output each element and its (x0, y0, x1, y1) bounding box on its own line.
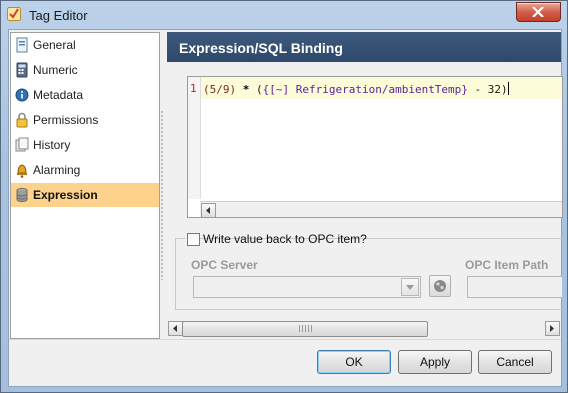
expression-binding-panel: Expression/SQL Binding 1 (5/9) * ({[~] R… (167, 32, 563, 337)
nav-item-expression[interactable]: Expression (11, 183, 159, 207)
opc-server-label: OPC Server (191, 258, 258, 272)
nav-item-alarming[interactable]: Alarming (11, 158, 159, 182)
text-caret (507, 82, 509, 95)
expression-editor[interactable]: 1 (5/9) * ({[~] Refrigeration/ambientTem… (187, 76, 563, 218)
code-token-tag-path: {[~] Refrigeration/ambientTemp} (262, 83, 468, 96)
splitter-handle[interactable] (161, 110, 163, 280)
database-icon (16, 188, 28, 202)
arrow-left-icon (206, 207, 210, 214)
line-number-gutter: 1 (188, 77, 201, 199)
code-token-operator: * (236, 83, 256, 96)
opc-server-dropdown-button[interactable] (401, 278, 419, 296)
expression-code[interactable]: (5/9) * ({[~] Refrigeration/ambientTemp}… (203, 82, 509, 96)
opc-item-path-label: OPC Item Path (465, 258, 549, 272)
nav-label-alarming: Alarming (33, 163, 81, 177)
scrollbar-thumb[interactable] (182, 321, 428, 337)
scrollbar-grip (299, 325, 313, 332)
panel-title: Expression/SQL Binding (179, 40, 343, 56)
nav-item-permissions[interactable]: Permissions (11, 108, 159, 132)
bell-icon (17, 164, 27, 178)
nav-item-general[interactable]: General (11, 33, 159, 57)
nav-label-permissions: Permissions (33, 113, 99, 127)
nav-label-expression: Expression (33, 188, 98, 202)
editor-horizontal-scrollbar[interactable] (200, 201, 562, 218)
calculator-icon (16, 62, 28, 78)
history-icon (15, 137, 29, 152)
opc-item-path-field[interactable] (467, 276, 562, 298)
window-title: Tag Editor (29, 8, 88, 23)
write-back-option[interactable]: Write value back to OPC item? (185, 232, 367, 246)
cancel-button[interactable]: Cancel (478, 350, 552, 374)
opc-server-select[interactable] (193, 276, 421, 298)
info-icon (15, 88, 29, 102)
opc-write-back-group (175, 238, 562, 310)
panel-scroll-left-button[interactable] (168, 321, 183, 336)
nav-label-history: History (33, 138, 71, 152)
title-bar[interactable]: Tag Editor (1, 1, 567, 29)
panel-header: Expression/SQL Binding (167, 32, 561, 62)
browse-opc-button[interactable] (429, 275, 451, 297)
editor-scroll-left-button[interactable] (201, 203, 216, 218)
arrow-left-icon (173, 325, 177, 332)
category-list: General Numeric Metadata Permissions His… (10, 32, 160, 339)
write-back-checkbox[interactable] (187, 233, 200, 246)
line-number: 1 (190, 82, 197, 95)
write-back-label: Write value back to OPC item? (203, 232, 367, 246)
checkmark-app-icon (7, 7, 21, 21)
document-info-icon (16, 37, 28, 53)
nav-item-numeric[interactable]: Numeric (11, 58, 159, 82)
panel-horizontal-scrollbar[interactable] (167, 320, 561, 337)
panel-scroll-right-button[interactable] (545, 321, 560, 336)
tag-editor-window: Tag Editor General Numeric Metadata Perm… (0, 0, 568, 393)
nav-label-general: General (33, 38, 76, 52)
code-token-paren: ( (256, 83, 263, 96)
ok-button[interactable]: OK (317, 350, 391, 374)
dialog-client-area: General Numeric Metadata Permissions His… (8, 29, 563, 387)
nav-item-history[interactable]: History (11, 133, 159, 157)
button-bar-divider (9, 339, 561, 340)
nav-label-numeric: Numeric (33, 63, 78, 77)
chevron-down-icon (406, 285, 414, 290)
browse-tags-icon (434, 280, 446, 292)
close-button[interactable] (516, 2, 561, 22)
code-token-rest: - 32) (467, 83, 508, 96)
apply-button[interactable]: Apply (398, 350, 472, 374)
nav-label-metadata: Metadata (33, 88, 84, 102)
nav-item-metadata[interactable]: Metadata (11, 83, 159, 107)
code-token-fraction: (5/9) (203, 83, 237, 96)
arrow-right-icon (550, 325, 554, 332)
lock-icon (16, 112, 28, 128)
close-icon (532, 7, 544, 17)
